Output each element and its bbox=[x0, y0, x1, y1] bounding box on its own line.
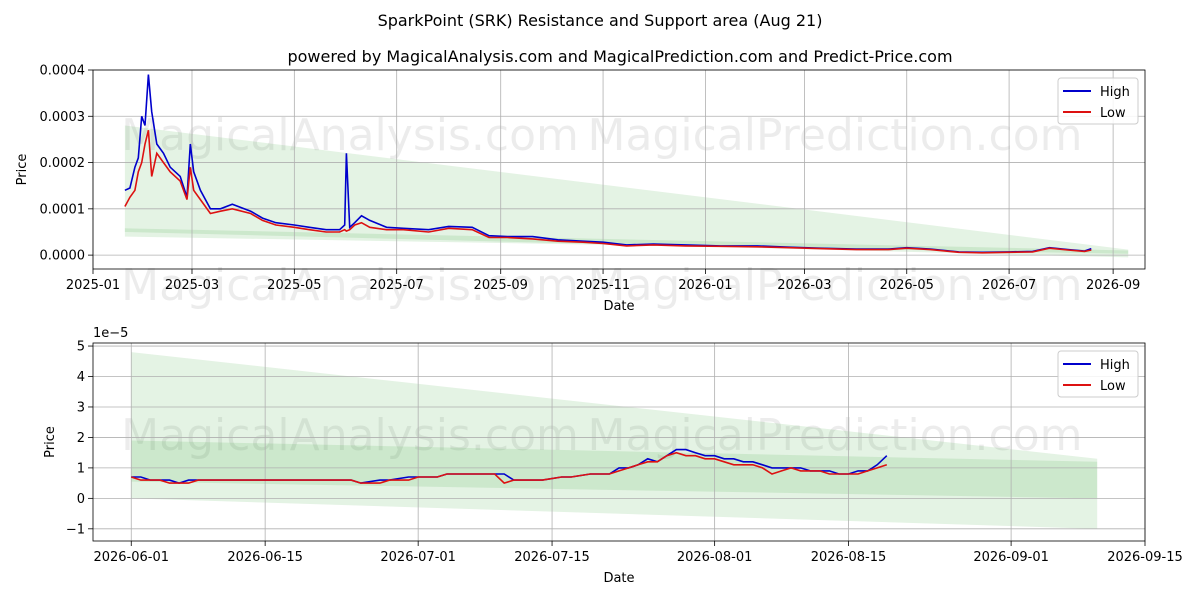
x-tick-label: 2025-05 bbox=[267, 278, 321, 293]
y-tick-label: 0.0004 bbox=[40, 64, 86, 79]
y-tick-label: 0.0000 bbox=[40, 249, 86, 264]
x-tick-label: 2025-09 bbox=[474, 278, 528, 293]
x-tick-label: 2025-03 bbox=[165, 278, 219, 293]
y-tick-label: 0.0001 bbox=[40, 202, 86, 217]
chart-title: SparkPoint (SRK) Resistance and Support … bbox=[378, 11, 823, 30]
x-tick-label: 2026-09 bbox=[1086, 278, 1140, 293]
legend-label-high: High bbox=[1100, 358, 1130, 373]
x-tick-label: 2026-05 bbox=[880, 278, 934, 293]
legend-label-high: High bbox=[1100, 85, 1130, 100]
y-tick-label: 3 bbox=[77, 400, 85, 415]
watermark-text: MagicalPrediction.com bbox=[588, 110, 1083, 161]
y-tick-label: 1 bbox=[77, 461, 85, 476]
y-tick-label: 0.0002 bbox=[40, 156, 86, 171]
legend-label-low: Low bbox=[1100, 106, 1126, 121]
legend-label-low: Low bbox=[1100, 379, 1126, 394]
y-tick-label: 0 bbox=[77, 492, 85, 507]
x-tick-label: 2026-01 bbox=[678, 278, 732, 293]
x-tick-label: 2026-07-15 bbox=[514, 550, 590, 565]
y-tick-label: 4 bbox=[77, 370, 85, 385]
x-tick-label: 2026-03 bbox=[777, 278, 831, 293]
x-axis-label: Date bbox=[603, 571, 634, 586]
y-axis-label: Price bbox=[43, 426, 58, 458]
x-tick-label: 2026-09-15 bbox=[1107, 550, 1183, 565]
x-tick-label: 2026-06-15 bbox=[227, 550, 303, 565]
y-tick-label: −1 bbox=[66, 522, 85, 537]
x-tick-label: 2026-08-01 bbox=[677, 550, 753, 565]
chart-figure: SparkPoint (SRK) Resistance and Support … bbox=[0, 0, 1200, 600]
x-tick-label: 2026-07 bbox=[982, 278, 1036, 293]
x-tick-label: 2026-06-01 bbox=[93, 550, 169, 565]
x-tick-label: 2025-11 bbox=[576, 278, 630, 293]
x-axis-label: Date bbox=[603, 299, 634, 314]
x-tick-label: 2025-07 bbox=[370, 278, 424, 293]
x-tick-label: 2026-07-01 bbox=[380, 550, 456, 565]
chart-subtitle: powered by MagicalAnalysis.com and Magic… bbox=[287, 47, 952, 66]
x-tick-label: 2026-08-15 bbox=[811, 550, 887, 565]
x-tick-label: 2025-01 bbox=[66, 278, 120, 293]
y-tick-label: 2 bbox=[77, 431, 85, 446]
chart-canvas: SparkPoint (SRK) Resistance and Support … bbox=[15, 11, 1183, 586]
y-tick-label: 5 bbox=[77, 340, 85, 355]
y-axis-multiplier: 1e−5 bbox=[93, 326, 128, 341]
x-tick-label: 2026-09-01 bbox=[973, 550, 1049, 565]
y-tick-label: 0.0003 bbox=[40, 110, 86, 125]
y-axis-label: Price bbox=[15, 154, 30, 186]
